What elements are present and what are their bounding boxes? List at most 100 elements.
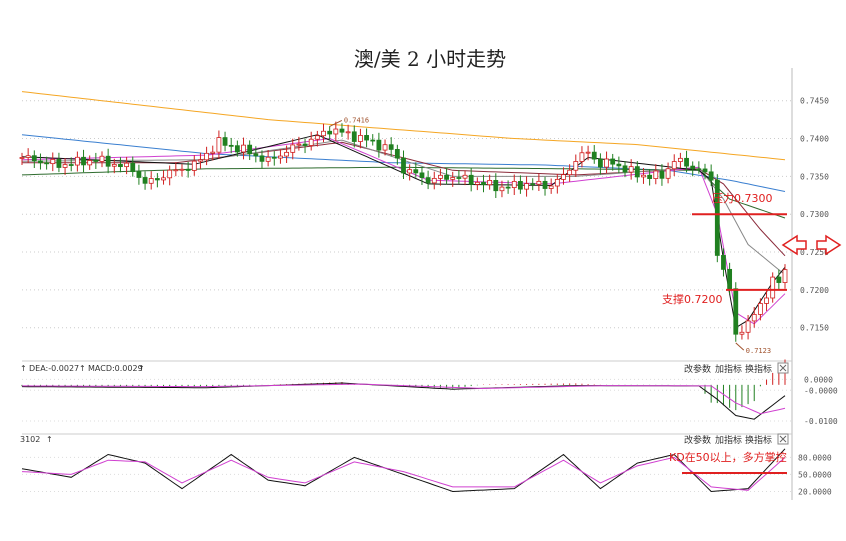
chart-root: 澳/美 2 小时走势 0.7450 0.7400 0.7350 0.7300 0.725…: [0, 0, 846, 537]
y-tick-label: 0.7300: [800, 210, 829, 219]
candle-body: [382, 144, 388, 151]
candle-body: [167, 169, 173, 179]
y-tick-label: 0.7200: [800, 286, 829, 295]
candle-body: [154, 178, 160, 181]
candle-body: [634, 166, 640, 178]
candle-body: [136, 171, 142, 178]
candle-body: [610, 158, 616, 165]
y-tick-label: 50.0000: [798, 470, 832, 479]
panel-button[interactable]: 换指标: [745, 434, 772, 446]
candle-body: [438, 174, 443, 179]
candle-body: [68, 164, 74, 166]
panel-button[interactable]: 加指标: [715, 434, 742, 446]
candle-body: [585, 151, 591, 154]
candle-body: [118, 164, 123, 168]
candle-body: [241, 144, 246, 153]
candle-body: [376, 139, 382, 151]
panel-button[interactable]: 加指标: [715, 363, 742, 375]
support-label: 支撑0.7200: [662, 292, 723, 306]
candle-body: [653, 170, 659, 179]
candle-body: [56, 159, 62, 168]
candle-body: [727, 268, 733, 290]
candle-body: [782, 269, 788, 283]
kd-label: 3102: [20, 435, 40, 444]
candle-body: [690, 165, 696, 170]
candle-body: [364, 135, 369, 141]
candle-body: [456, 177, 462, 179]
candle-body: [345, 131, 351, 134]
candle-body: [745, 320, 751, 333]
macd-line: [21, 382, 786, 420]
candle-body: [622, 165, 628, 173]
candle-body: [591, 151, 597, 160]
kd-panel: 3102 ↑ 80.0000 50.0000 20.0000 KD在50以上，多方掌控 改参…: [20, 433, 832, 496]
candle-body: [105, 155, 111, 167]
candle-body: [776, 276, 782, 283]
candle-body: [142, 177, 148, 184]
candle-body: [739, 331, 745, 335]
y-tick-label: 0.7350: [800, 172, 829, 181]
candle-body: [204, 152, 209, 161]
candle-body: [253, 153, 259, 157]
y-tick-label: 80.0000: [798, 453, 832, 462]
candle-body: [148, 178, 154, 184]
candle-body: [173, 169, 179, 172]
candle-body: [616, 163, 622, 167]
candle-body: [339, 128, 345, 133]
resistance-label: 压力0.7300: [712, 192, 773, 205]
candle-body: [351, 131, 357, 142]
candle-body: [733, 288, 739, 335]
high-price-label: 0.7416: [344, 116, 369, 124]
candle-body: [659, 170, 665, 179]
candle-body: [708, 171, 714, 181]
candle-body: [764, 297, 769, 304]
candle-body: [44, 162, 50, 165]
candle-body: [370, 139, 376, 142]
candle-body: [757, 303, 763, 315]
candle-body: [604, 158, 609, 168]
candle-body: [87, 160, 93, 166]
macd-up-arrow-icon: ↑: [20, 364, 27, 373]
candle-body: [770, 276, 776, 299]
macd-up-arrow-icon: ↑: [79, 364, 86, 373]
candle-body: [296, 143, 302, 146]
candle-body: [179, 168, 185, 171]
candle-body: [462, 174, 468, 179]
candle-body: [407, 169, 413, 174]
low-price-label: 0.7123: [746, 347, 771, 355]
y-tick-label: -0.0000: [804, 386, 838, 395]
panel-button[interactable]: 改参数: [684, 434, 711, 446]
y-tick-label: -0.0100: [804, 417, 838, 426]
candle-body: [474, 181, 480, 185]
candle-body: [444, 174, 449, 180]
candle-body: [25, 155, 31, 158]
candle-body: [222, 137, 228, 146]
macd-value-label: MACD:0.0029: [88, 364, 143, 373]
candle-body: [388, 144, 394, 150]
candle-body: [259, 155, 265, 162]
candle-body: [487, 179, 493, 186]
close-icon[interactable]: [777, 362, 789, 374]
close-icon[interactable]: [777, 433, 789, 445]
chart-title: 澳/美 2 小时走势: [354, 47, 506, 71]
candle-body: [721, 255, 726, 270]
candle-body: [31, 155, 37, 162]
candle-body: [198, 159, 203, 162]
panel-button[interactable]: 改参数: [684, 363, 711, 375]
candle-body: [481, 181, 486, 186]
candle-body: [124, 162, 130, 168]
candle-body: [677, 157, 683, 162]
candle-body: [185, 168, 191, 171]
candle-body: [548, 185, 554, 189]
candle-body: [647, 174, 653, 179]
candle-body: [216, 137, 222, 153]
panel-button[interactable]: 换指标: [745, 363, 772, 375]
candle-body: [567, 169, 573, 176]
candle-body: [284, 151, 289, 157]
candle-body: [38, 160, 43, 164]
candle-body: [671, 161, 677, 170]
candle-body: [81, 156, 86, 166]
candle-body: [628, 166, 634, 173]
candle-body: [50, 159, 56, 165]
candle-body: [271, 156, 277, 159]
